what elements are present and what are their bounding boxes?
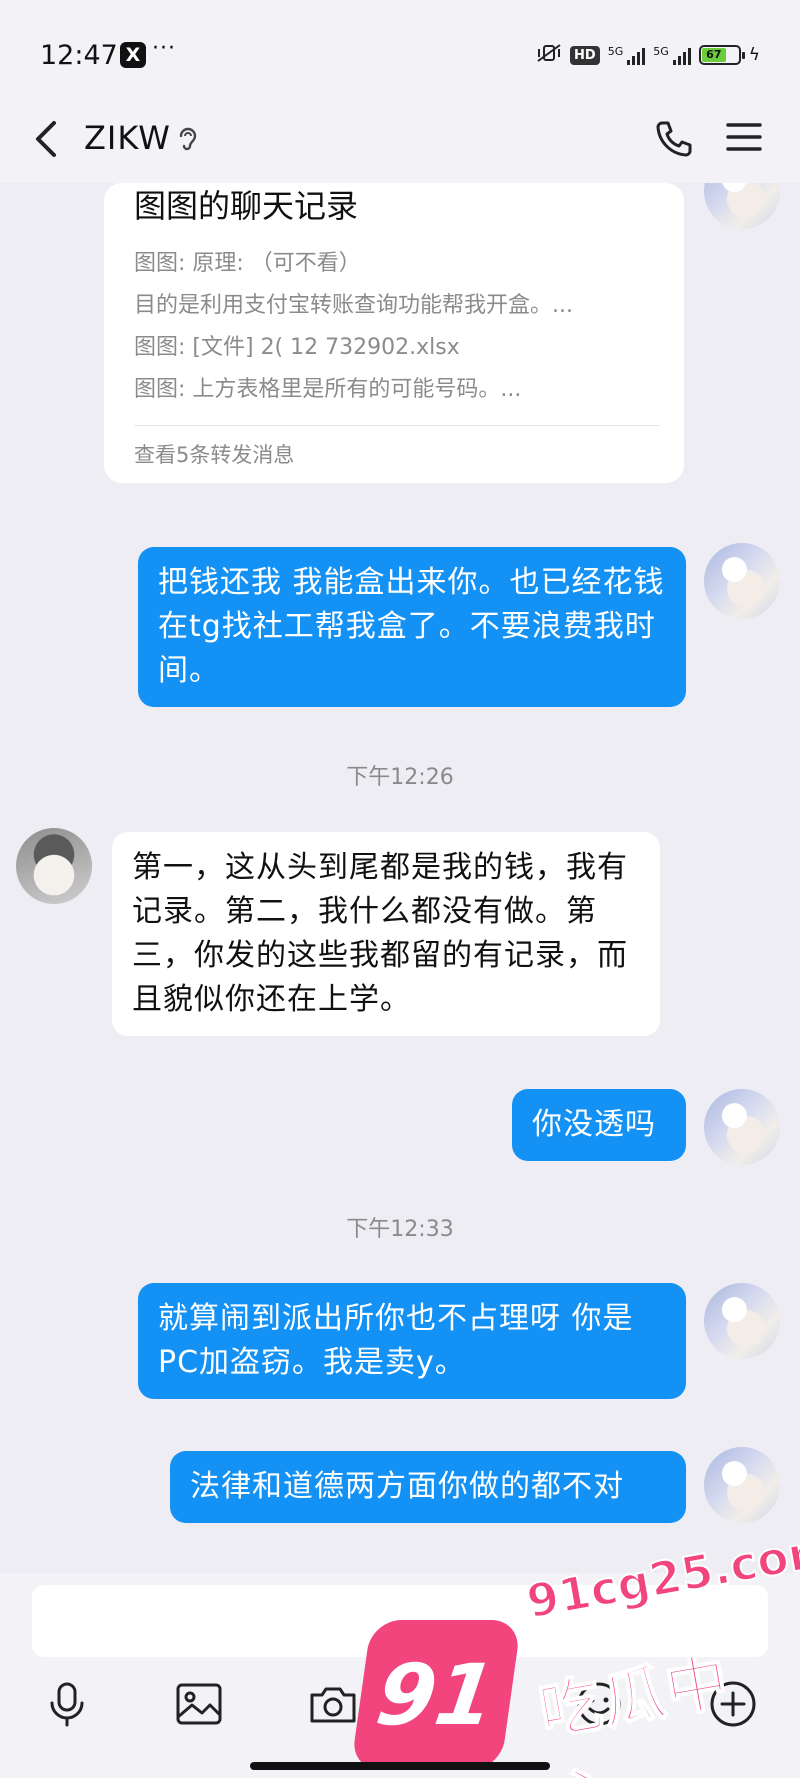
more-notifications-indicator: ··· (152, 36, 176, 61)
status-bar: 12:47 X ··· HD 5G 5G 67 ϟ (0, 0, 800, 110)
battery-icon: 67 (698, 45, 745, 65)
message-bubble-outgoing[interactable]: 就算闹到派出所你也不占理呀 你是PC加盗窃。我是卖y。 (138, 1283, 686, 1399)
microphone-icon[interactable] (42, 1679, 92, 1729)
forward-card-line: 图图: 上方表格里是所有的可能号码。... (134, 377, 522, 402)
camera-icon[interactable] (308, 1679, 358, 1729)
plus-icon[interactable] (708, 1679, 758, 1729)
chat-title[interactable]: ZIKW (84, 119, 171, 157)
hd-voice-badge: HD (570, 45, 600, 65)
my-avatar[interactable] (704, 543, 780, 619)
chat-header: ZIKW (0, 95, 800, 183)
forward-card-title: 图图的聊天记录 (134, 187, 359, 225)
status-time: 12:47 (40, 40, 118, 71)
phone-icon[interactable] (652, 117, 696, 161)
my-avatar[interactable] (704, 1447, 780, 1523)
sim2-signal-icon: 5G (653, 45, 691, 65)
my-avatar[interactable] (704, 1089, 780, 1165)
vibrate-muted-icon (536, 43, 562, 67)
ear-icon (177, 125, 199, 153)
red-packet-icon[interactable] (440, 1679, 490, 1729)
forward-card-line: 目的是利用支付宝转账查询功能帮我开盒。... (134, 293, 573, 318)
sim2-network-label: 5G (653, 45, 669, 58)
hamburger-menu-icon[interactable] (726, 119, 762, 155)
message-bubble-outgoing[interactable]: 你没透吗 (512, 1089, 686, 1161)
forward-card-line: 图图: [文件] 2( 12 732902.xlsx (134, 335, 460, 360)
message-bubble-outgoing[interactable]: 法律和道德两方面你做的都不对 (170, 1451, 686, 1523)
my-avatar[interactable] (704, 1283, 780, 1359)
status-icons: HD 5G 5G 67 ϟ (536, 40, 760, 70)
battery-level: 67 (701, 48, 726, 62)
message-list[interactable]: 图图的聊天记录 图图: 原理: （可不看） 目的是利用支付宝转账查询功能帮我开盒… (0, 183, 800, 1573)
sim1-signal-icon: 5G (608, 45, 646, 65)
forward-card-line: 图图: 原理: （可不看） (134, 251, 361, 276)
message-timestamp: 下午12:26 (346, 765, 454, 790)
message-bubble-outgoing[interactable]: 把钱还我 我能盒出来你。也已经花钱在tg找社工帮我盒了。不要浪费我时间。 (138, 547, 686, 707)
chevron-left-icon[interactable] (28, 117, 68, 161)
forwarded-chat-record-card[interactable]: 图图的聊天记录 图图: 原理: （可不看） 目的是利用支付宝转账查询功能帮我开盒… (104, 183, 684, 483)
view-forwarded-messages-link[interactable]: 查看5条转发消息 (134, 439, 294, 469)
forward-card-divider (134, 425, 660, 426)
message-bubble-incoming[interactable]: 第一，这从头到尾都是我的钱，我有记录。第二，我什么都没有做。第三，你发的这些我都… (112, 832, 660, 1036)
home-indicator[interactable] (250, 1762, 550, 1770)
sim1-network-label: 5G (607, 45, 624, 58)
x-app-notification-icon: X (120, 42, 146, 68)
emoji-icon[interactable] (574, 1679, 624, 1729)
message-input[interactable] (32, 1585, 768, 1657)
charging-icon: ϟ (748, 45, 760, 65)
input-bar (0, 1573, 800, 1778)
message-timestamp: 下午12:33 (346, 1217, 454, 1242)
image-icon[interactable] (174, 1679, 224, 1729)
my-avatar[interactable] (704, 183, 780, 229)
contact-avatar[interactable] (16, 828, 92, 904)
